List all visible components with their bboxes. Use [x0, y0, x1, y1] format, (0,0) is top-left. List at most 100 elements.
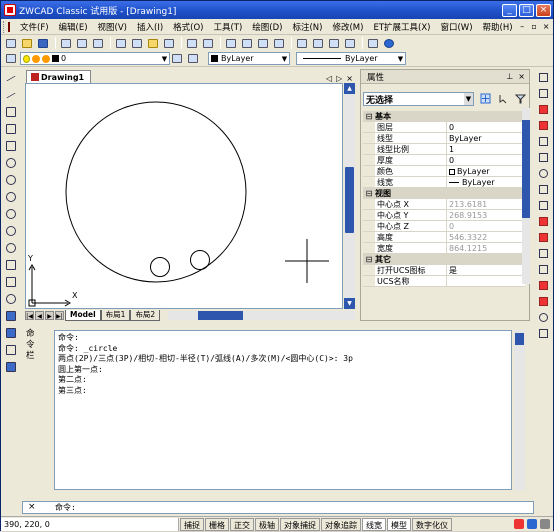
copy-button[interactable]: [130, 37, 144, 50]
menu-view[interactable]: 视图(V): [93, 21, 132, 33]
menu-draw[interactable]: 绘图(D): [247, 21, 287, 33]
make-block-tool[interactable]: [3, 275, 19, 289]
command-scrollbar[interactable]: [514, 330, 525, 490]
menu-dimension[interactable]: 标注(N): [287, 21, 327, 33]
lengthen-tool[interactable]: [536, 327, 550, 340]
small-circle-right[interactable]: [190, 250, 210, 270]
command-input[interactable]: × 命令:: [22, 501, 534, 514]
menu-insert[interactable]: 插入(I): [132, 21, 168, 33]
pin-icon[interactable]: ⊥: [506, 72, 513, 81]
property-row[interactable]: 厚度 0: [363, 155, 525, 166]
property-value[interactable]: 864.1215: [447, 243, 525, 253]
collapse-icon[interactable]: ⊟: [363, 254, 375, 264]
match-properties-button[interactable]: [162, 37, 176, 50]
print-preview-button[interactable]: [75, 37, 89, 50]
scale-tool[interactable]: [536, 183, 550, 196]
close-icon[interactable]: ×: [518, 72, 525, 81]
tab-close-button[interactable]: ×: [346, 74, 353, 83]
menu-tools[interactable]: 工具(T): [208, 21, 247, 33]
drawing-tab[interactable]: Drawing1: [26, 70, 92, 83]
property-value[interactable]: 268.9153: [447, 210, 525, 220]
menu-et-tools[interactable]: ET扩展工具(X): [368, 21, 435, 33]
donut-tool[interactable]: [3, 190, 19, 204]
trim-tool[interactable]: [536, 215, 550, 228]
paste-button[interactable]: [146, 37, 160, 50]
explode-tool[interactable]: [536, 311, 550, 324]
zoom-previous-button[interactable]: [272, 37, 286, 50]
xline-tool[interactable]: [3, 88, 19, 102]
zoom-window-button[interactable]: [256, 37, 270, 50]
property-value[interactable]: 213.6181: [447, 199, 525, 209]
circle-tool[interactable]: [3, 173, 19, 187]
status-toggle[interactable]: 线宽: [362, 517, 386, 531]
property-value[interactable]: [447, 276, 525, 286]
make-current-button[interactable]: [170, 52, 184, 65]
doc-restore-button[interactable]: ▫: [530, 22, 539, 31]
break-tool[interactable]: [536, 247, 550, 260]
extend-tool[interactable]: [536, 231, 550, 244]
settings-icon[interactable]: [540, 519, 550, 529]
array-tool[interactable]: [536, 135, 550, 148]
property-category[interactable]: ⊟ 视图: [363, 188, 525, 199]
scroll-up-arrow-icon[interactable]: ▲: [344, 83, 355, 94]
property-value[interactable]: ByLayer: [447, 133, 525, 143]
status-toggle[interactable]: 捕捉: [180, 517, 204, 531]
property-row[interactable]: 线型比例 1: [363, 144, 525, 155]
menu-edit[interactable]: 编辑(E): [54, 21, 93, 33]
ellipse-arc-tool[interactable]: [3, 241, 19, 255]
save-button[interactable]: [36, 37, 50, 50]
status-toggle[interactable]: 对象捕捉: [280, 517, 320, 531]
next-tab-button[interactable]: ▶: [45, 311, 54, 320]
tool-palette-button[interactable]: [327, 37, 341, 50]
properties-button[interactable]: [295, 37, 309, 50]
tab-layout2[interactable]: 布局2: [130, 310, 161, 321]
property-value[interactable]: 0: [447, 221, 525, 231]
collapse-icon[interactable]: ⊟: [363, 188, 375, 198]
offset-tool[interactable]: [536, 119, 550, 132]
search-button[interactable]: [366, 37, 380, 50]
last-tab-button[interactable]: ▶|: [55, 311, 64, 320]
tab-prev-button[interactable]: ◁: [326, 74, 332, 83]
rectangle-tool[interactable]: [3, 139, 19, 153]
region-tool[interactable]: [3, 326, 19, 340]
scroll-thumb[interactable]: [198, 311, 244, 320]
drawing-vertical-scrollbar[interactable]: ▲ ▼: [344, 83, 355, 309]
property-row[interactable]: 图层 0: [363, 122, 525, 133]
join-tool[interactable]: [536, 263, 550, 276]
status-toggle[interactable]: 栅格: [205, 517, 229, 531]
rotate-tool[interactable]: [536, 167, 550, 180]
minimize-button[interactable]: _: [502, 3, 517, 17]
drawing-canvas[interactable]: Y X: [25, 83, 343, 309]
menu-file[interactable]: 文件(F): [15, 21, 54, 33]
property-value[interactable]: 0: [447, 155, 525, 165]
scroll-down-arrow-icon[interactable]: ▼: [344, 298, 355, 309]
status-toggle[interactable]: 对象追踪: [321, 517, 361, 531]
move-tool[interactable]: [536, 151, 550, 164]
polyline-tool[interactable]: [3, 105, 19, 119]
scroll-thumb[interactable]: [522, 120, 530, 218]
maximize-button[interactable]: □: [519, 3, 534, 17]
property-row[interactable]: 线型 ByLayer: [363, 133, 525, 144]
calculator-button[interactable]: [343, 37, 357, 50]
collapse-icon[interactable]: ⊟: [363, 111, 375, 121]
select-objects-button[interactable]: [497, 92, 510, 105]
erase-tool[interactable]: [536, 71, 550, 84]
doc-close-button[interactable]: ×: [542, 22, 551, 31]
tab-model[interactable]: Model: [65, 310, 101, 321]
menu-help[interactable]: 帮助(H): [478, 21, 518, 33]
property-row[interactable]: UCS名称: [363, 276, 525, 287]
first-tab-button[interactable]: |◀: [25, 311, 34, 320]
property-row[interactable]: 中心点 X 213.6181: [363, 199, 525, 210]
property-row[interactable]: 打开UCS图标是: [363, 265, 525, 276]
fillet-tool[interactable]: [536, 295, 550, 308]
status-toggle[interactable]: 极轴: [255, 517, 279, 531]
small-circle-left[interactable]: [150, 257, 170, 277]
language-icon[interactable]: [527, 519, 537, 529]
prev-tab-button[interactable]: ◀: [35, 311, 44, 320]
publish-button[interactable]: [91, 37, 105, 50]
property-row[interactable]: 线宽 ByLayer: [363, 177, 525, 188]
scroll-thumb[interactable]: [515, 333, 524, 345]
design-center-button[interactable]: [311, 37, 325, 50]
spline-tool[interactable]: [3, 207, 19, 221]
layer-previous-button[interactable]: [186, 52, 200, 65]
